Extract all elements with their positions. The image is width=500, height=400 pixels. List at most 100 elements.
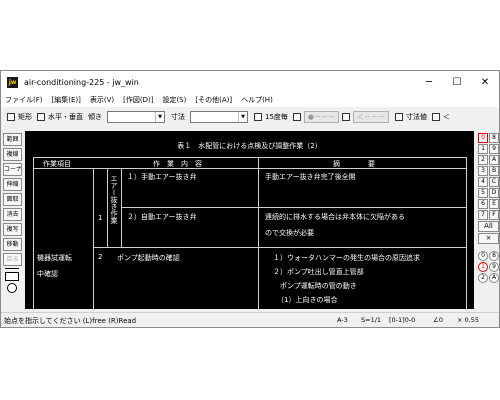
layer-group-0-button[interactable]: 0: [478, 133, 488, 143]
table-line: [93, 247, 467, 248]
layer-group-7-button[interactable]: 7: [478, 210, 488, 220]
table-line: [33, 157, 467, 158]
angle-indicator[interactable]: ∠0: [433, 316, 443, 324]
minimize-button[interactable]: ─: [415, 71, 443, 93]
toolbar: 矩形 水平・垂直 傾き ▼ 寸法 ▼ 15度毎 ●－－－ ＜－－－ 寸法値 ＜: [1, 109, 499, 125]
layer-group-3-button[interactable]: 3: [478, 166, 488, 176]
maximize-button[interactable]: ☐: [443, 71, 471, 93]
rectangle-tool-icon[interactable]: [5, 272, 19, 281]
rect-checkbox[interactable]: [7, 113, 15, 121]
cell-r2-note4: （1）上向きの場合: [277, 296, 338, 304]
copy-button[interactable]: 複写: [3, 223, 22, 236]
layer-1-button[interactable]: 1: [478, 262, 488, 272]
app-icon: jw: [7, 76, 18, 88]
line-tool-icon[interactable]: [5, 268, 19, 270]
layer-group-a-button[interactable]: A: [489, 155, 499, 165]
menu-draw[interactable]: [作図(D)]: [123, 95, 153, 105]
undo-button[interactable]: 戻る: [3, 253, 22, 266]
cell-r1b: ２）自動エアー抜き弁: [127, 213, 197, 221]
layer-group-5-button[interactable]: 5: [478, 188, 488, 198]
layer-group-d-button[interactable]: D: [489, 188, 499, 198]
table-line: [107, 168, 108, 247]
window-title: air-conditioning-225 - jw_win: [24, 77, 139, 87]
circle-checkbox[interactable]: [292, 113, 301, 121]
close-icon[interactable]: ×: [478, 233, 499, 244]
menu-other[interactable]: [その他(A)]: [195, 95, 232, 105]
horiz-vert-checkbox[interactable]: [37, 113, 45, 121]
slope-label: 傾き: [88, 113, 102, 121]
layer-group-9-button[interactable]: 9: [489, 144, 499, 154]
drawing-title: 表１ 水配管における点検及び調整作業（2）: [177, 142, 322, 150]
layer-group-4-button[interactable]: 4: [478, 177, 488, 187]
chamfer-button[interactable]: 面取: [3, 193, 22, 206]
slope-combo[interactable]: ▼: [107, 111, 165, 123]
header-summary: 摘 要: [333, 160, 375, 168]
table-line: [33, 157, 34, 309]
window-controls: ─ ☐ ✕: [415, 71, 499, 93]
item-label-1: 機器試運転: [37, 254, 72, 262]
table-line: [93, 168, 94, 309]
layer-group-b-button[interactable]: B: [489, 166, 499, 176]
circle-mode-button[interactable]: ●－－－: [303, 111, 340, 123]
layer-group-8-button[interactable]: 8: [489, 133, 499, 143]
layer-group-1-button[interactable]: 1: [478, 144, 488, 154]
inspection-table: 作業項目 作 業 内 容 摘 要 機器試運転 中確認 1 2 エアー抜き作業 １…: [33, 157, 467, 309]
arrow-checkbox[interactable]: [342, 113, 351, 121]
title-bar: jw air-conditioning-225 - jw_win ─ ☐ ✕: [1, 71, 499, 93]
menu-help[interactable]: ヘルプ(H): [241, 95, 273, 105]
deg15-checkbox[interactable]: [254, 113, 262, 121]
layer-a-button[interactable]: A: [489, 273, 499, 283]
menu-bar: ファイル(F) [編集(E)] 表示(V) [作図(D)] 設定(S) [その他…: [1, 93, 499, 107]
arrow-mode-button[interactable]: ＜－－－: [353, 111, 390, 123]
cell-r2-note3: ポンプ運転時の管の動き: [273, 282, 357, 290]
drawing-canvas[interactable]: 表１ 水配管における点検及び調整作業（2） 作業項目 作 業 内 容 摘 要 機…: [25, 131, 474, 309]
paper-size[interactable]: A-3: [337, 316, 348, 324]
air-vent-vertical-label: エアー抜き作業: [110, 175, 118, 224]
layer-8-button[interactable]: 8: [489, 251, 499, 261]
cell-r2-note2: ２）ポンプ吐出し管直上管部: [273, 268, 364, 276]
circle-tool-icon[interactable]: [7, 283, 17, 293]
header-item: 作業項目: [43, 160, 71, 168]
right-layer-panel: 08 19 2A 3B 4C 5D 6E 7F All × 08 19 2A: [478, 133, 499, 284]
menu-view[interactable]: 表示(V): [90, 95, 114, 105]
table-line: [33, 168, 467, 169]
cell-r1a: １）手動エアー抜き弁: [127, 173, 197, 181]
table-line: [258, 157, 259, 309]
parallel-line-button[interactable]: 複線: [3, 148, 22, 161]
dim-combo[interactable]: ▼: [190, 111, 248, 123]
cell-r1a-note: 手動エアー抜き弁完了後全開: [265, 173, 356, 181]
scale-value[interactable]: S=1/1: [361, 316, 381, 324]
layer-group-c-button[interactable]: C: [489, 177, 499, 187]
layer-indicator[interactable]: [0-1]0-0: [389, 316, 415, 324]
zoom-indicator[interactable]: × 0.55: [457, 316, 479, 324]
range-button[interactable]: 範囲: [3, 133, 22, 146]
lt-label: ＜: [443, 113, 451, 121]
layer-group-2-button[interactable]: 2: [478, 155, 488, 165]
lt-checkbox[interactable]: [432, 113, 441, 121]
table-line: [121, 207, 467, 208]
layer-group-e-button[interactable]: E: [489, 199, 499, 209]
erase-button[interactable]: 消去: [3, 208, 22, 221]
layer-9-button[interactable]: 9: [489, 262, 499, 272]
chevron-down-icon: ▼: [238, 112, 247, 122]
move-button[interactable]: 移動: [3, 238, 22, 251]
dim-label: 寸法: [171, 113, 185, 121]
rect-label: 矩形: [18, 113, 32, 121]
cell-r2-note1: １）ウォータハンマーの発生の場合の原因追求: [273, 254, 420, 262]
layer-0-button[interactable]: 0: [478, 251, 488, 261]
dimval-checkbox[interactable]: [395, 113, 404, 121]
menu-settings[interactable]: 設定(S): [162, 95, 186, 105]
dimval-label: 寸法値: [406, 113, 428, 121]
menu-edit[interactable]: [編集(E)]: [52, 95, 81, 105]
table-line: [466, 157, 467, 309]
stretch-button[interactable]: 伸縮: [3, 178, 22, 191]
row2-number: 2: [98, 253, 103, 261]
corner-button[interactable]: コーナー: [3, 163, 22, 176]
layer-group-f-button[interactable]: F: [489, 210, 499, 220]
all-layers-button[interactable]: All: [478, 221, 499, 232]
layer-group-6-button[interactable]: 6: [478, 199, 488, 209]
close-button[interactable]: ✕: [471, 71, 499, 93]
layer-2-button[interactable]: 2: [478, 273, 488, 283]
menu-file[interactable]: ファイル(F): [5, 95, 43, 105]
item-label-2: 中確認: [37, 270, 58, 278]
